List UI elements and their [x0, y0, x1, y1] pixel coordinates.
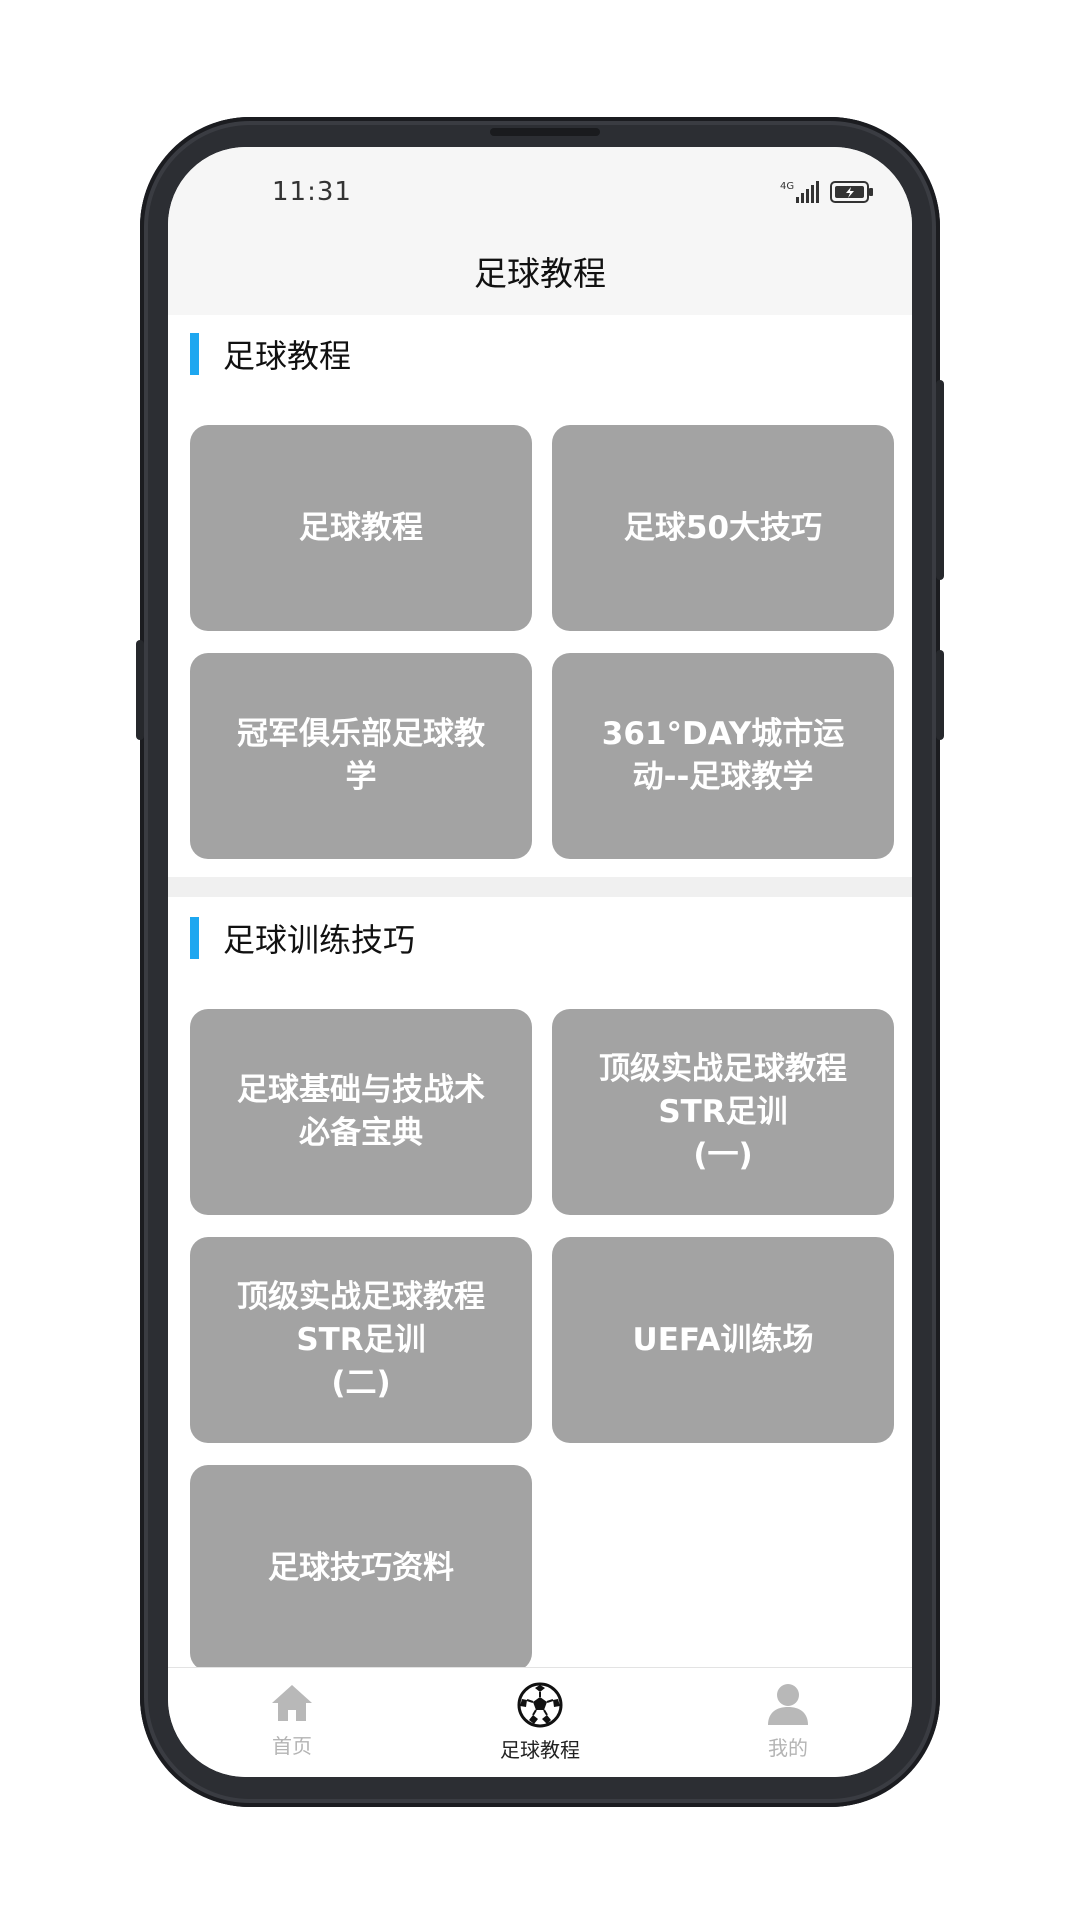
card-label: 足球技巧资料 — [268, 1549, 454, 1586]
card-str-training-1[interactable]: 顶级实战足球教程STR足训 (一) — [552, 1009, 894, 1215]
nav-item-home[interactable]: 首页 — [168, 1668, 416, 1777]
card-label: 足球基础与技战术必备宝典 — [237, 1072, 485, 1151]
card-50-skills[interactable]: 足球50大技巧 — [552, 425, 894, 631]
status-icons: 4G — [780, 179, 874, 205]
section-title-tutorials: 足球教程 — [190, 331, 351, 377]
card-label: 361°DAY城市运动--足球教学 — [601, 716, 845, 795]
section-title-training: 足球训练技巧 — [190, 915, 415, 961]
card-label: 顶级实战足球教程STR足训 (一) — [599, 1050, 847, 1173]
card-label: 足球50大技巧 — [623, 509, 823, 546]
user-icon — [768, 1684, 808, 1725]
card-label: 顶级实战足球教程STR足训 (二) — [237, 1278, 485, 1401]
card-str-training-2[interactable]: 顶级实战足球教程STR足训 (二) — [190, 1237, 532, 1443]
phone-side-button-left — [136, 640, 144, 740]
home-icon — [272, 1685, 312, 1721]
card-champion-club[interactable]: 冠军俱乐部足球教学 — [190, 653, 532, 859]
nav-label-home: 首页 — [272, 1734, 312, 1758]
nav-item-soccer-tutorial[interactable]: 足球教程 — [416, 1668, 664, 1777]
section-accent-bar — [190, 917, 199, 959]
app-header: 11:31 4G 足球教程 — [168, 147, 912, 315]
phone-screen: 11:31 4G 足球教程 足球教程 足球教程 足球50大技巧 冠军俱乐部足球教… — [168, 147, 912, 1777]
card-361-day[interactable]: 361°DAY城市运动--足球教学 — [552, 653, 894, 859]
phone-side-button-right-1 — [936, 380, 944, 580]
card-basics-tactics[interactable]: 足球基础与技战术必备宝典 — [190, 1009, 532, 1215]
section-accent-bar — [190, 333, 199, 375]
canvas: 11:31 4G 足球教程 足球教程 足球教程 足球50大技巧 冠军俱乐部足球教… — [0, 0, 1080, 1920]
bottom-nav: 首页 足球教程 我的 — [168, 1667, 912, 1777]
card-label: UEFA训练场 — [632, 1321, 814, 1358]
section-title-text: 足球教程 — [223, 337, 352, 375]
network-type-label: 4G — [780, 181, 794, 192]
phone-side-button-right-2 — [936, 650, 944, 740]
card-skills-materials[interactable]: 足球技巧资料 — [190, 1465, 532, 1671]
phone-speaker — [490, 128, 600, 136]
soccer-ball-icon — [517, 1682, 563, 1728]
section-divider — [168, 877, 912, 897]
page-title: 足球教程 — [474, 254, 606, 293]
nav-label-mine: 我的 — [768, 1736, 808, 1760]
card-uefa-training[interactable]: UEFA训练场 — [552, 1237, 894, 1443]
nav-label-soccer-tutorial: 足球教程 — [500, 1738, 580, 1762]
nav-item-mine[interactable]: 我的 — [664, 1668, 912, 1777]
card-label: 足球教程 — [299, 509, 423, 546]
card-soccer-tutorial[interactable]: 足球教程 — [190, 425, 532, 631]
card-label: 冠军俱乐部足球教学 — [237, 716, 485, 795]
status-time: 11:31 — [272, 177, 352, 207]
section-title-text: 足球训练技巧 — [223, 921, 416, 959]
battery-icon — [830, 181, 873, 203]
signal-icon: 4G — [780, 181, 819, 203]
